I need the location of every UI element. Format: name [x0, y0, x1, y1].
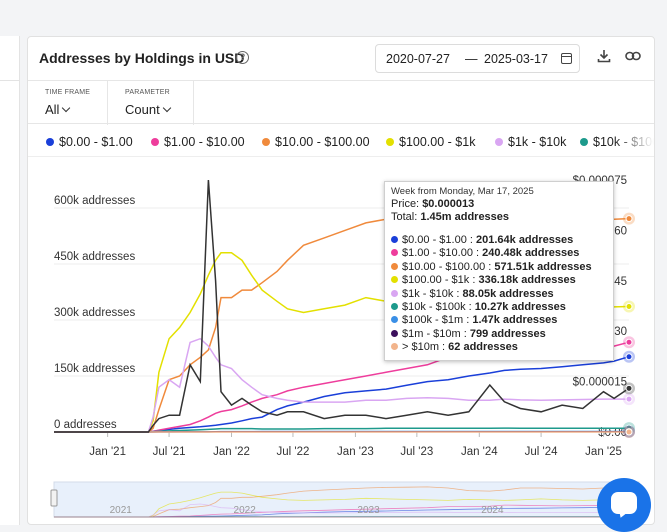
navigator-handle [51, 490, 57, 506]
tooltip-row: $100k - $1m : 1.47k addresses [391, 314, 607, 327]
series-end-marker [626, 216, 632, 222]
x-tick-label: Jul '22 [277, 446, 310, 458]
y-tick-label: 450k addresses [54, 251, 135, 263]
tooltip-dot [391, 290, 398, 297]
tooltip-price: Price: $0.000013 [391, 198, 607, 211]
chart-tooltip: Week from Monday, Mar 17, 2025 Price: $0… [384, 181, 614, 361]
tooltip-row-value: 201.64k addresses [476, 234, 573, 246]
tooltip-row-label: $100k - $1m : [402, 314, 472, 326]
x-tick-label: Jan '21 [89, 446, 126, 458]
y-right-tick-label: $0.000015 [573, 377, 627, 389]
tooltip-row: $0.00 - $1.00 : 201.64k addresses [391, 234, 607, 247]
tooltip-row: $1m - $10m : 799 addresses [391, 328, 607, 341]
series-end-marker [626, 303, 632, 309]
y-tick-label: 300k addresses [54, 307, 135, 319]
tooltip-dot [391, 330, 398, 337]
chat-bubble-icon [611, 492, 637, 514]
navigator-year-label: 2022 [234, 505, 257, 516]
left-panel-strip [0, 36, 20, 525]
tooltip-row-label: $0.00 - $1.00 : [402, 234, 476, 246]
tooltip-row-label: $1k - $10k : [402, 288, 463, 300]
left-panel-divider [0, 80, 20, 81]
tooltip-row-value: 799 addresses [470, 328, 546, 340]
series-end-marker [626, 429, 632, 435]
tooltip-row-value: 88.05k addresses [463, 288, 554, 300]
tooltip-row-value: 62 addresses [448, 341, 518, 353]
tooltip-dot [391, 276, 398, 283]
tooltip-row-label: $1m - $10m : [402, 328, 470, 340]
tooltip-row-value: 1.47k addresses [472, 314, 557, 326]
tooltip-dot [391, 263, 398, 270]
tooltip-row-value: 571.51k addresses [494, 261, 591, 273]
tooltip-rows: $0.00 - $1.00 : 201.64k addresses$1.00 -… [391, 234, 607, 355]
tooltip-row-value: 240.48k addresses [482, 247, 579, 259]
navigator-year-label: 2021 [110, 505, 133, 516]
series-end-marker [626, 354, 632, 360]
x-tick-label: Jan '24 [461, 446, 498, 458]
x-tick-label: Jan '22 [213, 446, 250, 458]
tooltip-row: $10k - $100k : 10.27k addresses [391, 301, 607, 314]
tooltip-row-label: $100.00 - $1k : [402, 274, 478, 286]
tooltip-row-label: $1.00 - $10.00 : [402, 247, 482, 259]
x-tick-label: Jul '21 [153, 446, 186, 458]
x-tick-label: Jan '23 [337, 446, 374, 458]
tooltip-row: $1.00 - $10.00 : 240.48k addresses [391, 247, 607, 260]
navigator-year-label: 2024 [481, 505, 504, 516]
tooltip-dot [391, 343, 398, 350]
tooltip-row-label: > $10m : [402, 341, 448, 353]
series-end-marker [626, 396, 632, 402]
tooltip-row: $1k - $10k : 88.05k addresses [391, 288, 607, 301]
tooltip-row: $10.00 - $100.00 : 571.51k addresses [391, 261, 607, 274]
price-end-marker [626, 385, 632, 391]
x-tick-label: Jul '23 [400, 446, 433, 458]
x-tick-label: Jul '24 [525, 446, 558, 458]
tooltip-total: Total: 1.45m addresses [391, 211, 607, 224]
tooltip-week: Week from Monday, Mar 17, 2025 [391, 186, 607, 198]
tooltip-row-value: 10.27k addresses [475, 301, 566, 313]
tooltip-row: $100.00 - $1k : 336.18k addresses [391, 274, 607, 287]
y-tick-label: 0 addresses [54, 419, 117, 431]
tooltip-dot [391, 303, 398, 310]
tooltip-row-label: $10k - $100k : [402, 301, 475, 313]
x-tick-label: Jan '25 [585, 446, 622, 458]
tooltip-dot [391, 316, 398, 323]
tooltip-row: > $10m : 62 addresses [391, 341, 607, 354]
navigator-year-label: 2023 [357, 505, 380, 516]
series-line [54, 357, 629, 432]
tooltip-row-value: 336.18k addresses [478, 274, 575, 286]
y-tick-label: 600k addresses [54, 195, 135, 207]
y-tick-label: 150k addresses [54, 363, 135, 375]
chat-button[interactable] [597, 478, 651, 532]
tooltip-dot [391, 236, 398, 243]
tooltip-row-label: $10.00 - $100.00 : [402, 261, 494, 273]
series-end-marker [626, 339, 632, 345]
tooltip-dot [391, 249, 398, 256]
chart-card: Addresses by Holdings in USD ? 2020-07-2… [27, 36, 655, 525]
